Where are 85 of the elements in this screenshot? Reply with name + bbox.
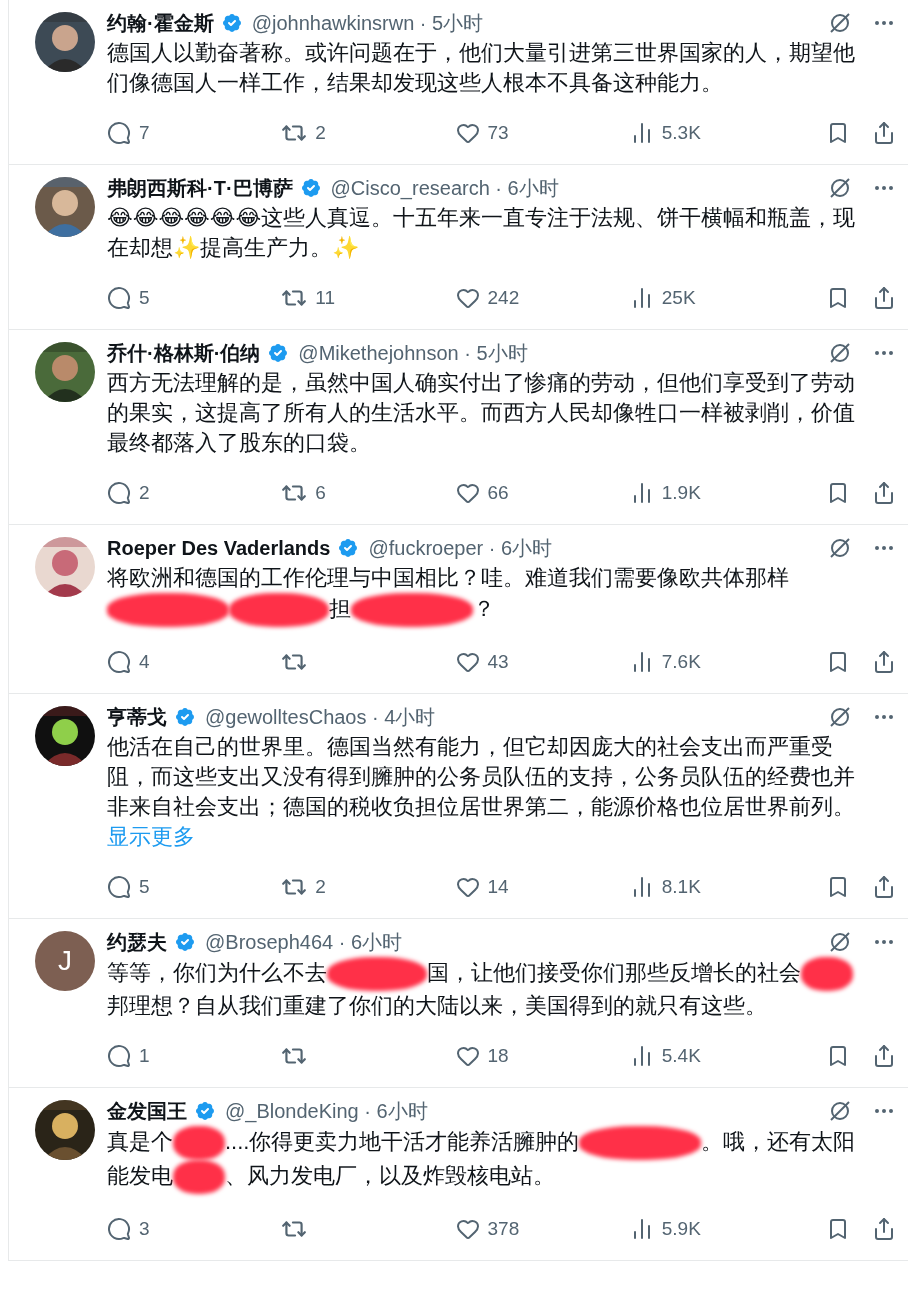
share-button[interactable] xyxy=(872,121,896,145)
views-button[interactable]: 7.6K xyxy=(629,650,804,674)
share-button[interactable] xyxy=(872,1044,896,1068)
handle-time: @gewolltesChaos · 4小时 xyxy=(205,704,436,730)
tweet-text: 等等，你们为什么不去 国，让他们接受你们那些反增长的社会 邦理想？自从我们重建了你们的大陆以来，美国得到的就只有这些。 xyxy=(107,957,872,1021)
repost-button[interactable]: 2 xyxy=(281,120,456,146)
reply-button[interactable]: 5 xyxy=(107,286,282,310)
tweet-text: 西方无法理解的是，虽然中国人确实付出了惨痛的劳动，但他们享受到了劳动的果实，这提高了所有人的生活水平。而西方人民却像牲口一样被剥削，价值最终都落入了股东的口袋。 xyxy=(107,369,856,457)
author-name[interactable]: 金发国王 xyxy=(107,1097,187,1125)
author-name[interactable]: 亨蒂戈 xyxy=(107,703,167,731)
views-button[interactable]: 5.4K xyxy=(629,1044,804,1068)
share-button[interactable] xyxy=(872,1217,896,1241)
like-button[interactable]: 242 xyxy=(455,286,630,310)
tweet-text: 他活在自己的世界里。德国当然有能力，但它却因庞大的社会支出而严重受阻，而这些支出又没有得到臃肿的公务员队伍的支持，公务员队伍的经费也并非来自社会支出；德国的税收负担位居世界第二，能源价格也位居世界前列。 xyxy=(107,733,856,821)
share-icon xyxy=(872,121,896,145)
views-button[interactable]: 5.9K xyxy=(629,1217,804,1241)
heart-icon xyxy=(455,286,480,310)
speech-bubble-icon xyxy=(107,1217,131,1241)
share-button[interactable] xyxy=(872,875,896,899)
heart-icon xyxy=(455,121,480,145)
author-name[interactable]: 约翰·霍金斯 xyxy=(107,9,214,37)
share-icon xyxy=(872,1217,896,1241)
speech-bubble-icon xyxy=(107,286,131,310)
like-button[interactable]: 14 xyxy=(455,875,630,899)
tweet-text: 真是个 ....你得更卖力地干活才能养活臃肿的 。哦，还有太阳能发电 、风力发电厂，以及炸毁核电站。 xyxy=(107,1126,872,1194)
tweet-text: 德国人以勤奋著称。或许问题在于，他们大量引进第三世界国家的人，期望他们像德国人一样工作，结果却发现这些人根本不具备这种能力。 xyxy=(107,39,856,97)
like-button[interactable]: 18 xyxy=(455,1044,630,1068)
heart-icon xyxy=(455,650,480,674)
reply-button[interactable]: 1 xyxy=(107,1044,282,1068)
slashed-circle-icon[interactable] xyxy=(828,1099,852,1123)
repost-button[interactable]: 11 xyxy=(281,285,456,311)
redaction-mark xyxy=(173,1126,225,1160)
slashed-circle-icon[interactable] xyxy=(828,176,852,200)
handle-time: @_BlondeKing · 6小时 xyxy=(225,1098,428,1125)
slashed-circle-icon[interactable] xyxy=(828,536,852,560)
views-button[interactable]: 5.3K xyxy=(629,121,804,145)
slashed-circle-icon[interactable] xyxy=(828,11,852,35)
like-button[interactable]: 73 xyxy=(455,121,630,145)
heart-icon xyxy=(455,481,480,505)
like-button[interactable]: 43 xyxy=(455,650,630,674)
author-name[interactable]: 弗朗西斯科·T·巴博萨 xyxy=(107,174,293,202)
heart-icon xyxy=(455,1217,480,1241)
tweet-text: 😂😂😂😂😂😂这些人真逗。十五年来一直专注于法规、饼干横幅和瓶盖，现在却想✨提高生产力。✨ xyxy=(107,204,857,262)
handle-time: @Broseph464 · 6小时 xyxy=(205,929,403,955)
share-icon xyxy=(872,650,896,674)
views-button[interactable]: 8.1K xyxy=(629,875,804,899)
author-name[interactable]: 乔什·格林斯·伯纳 xyxy=(107,339,261,367)
author-name[interactable]: 约瑟夫 xyxy=(107,928,167,956)
redaction-mark xyxy=(173,1160,225,1194)
share-icon xyxy=(872,481,896,505)
handle-time: @johnhawkinsrwn · 5小时 xyxy=(251,10,484,36)
share-button[interactable] xyxy=(872,650,896,674)
views-button[interactable]: 25K xyxy=(629,286,804,310)
repost-button[interactable]: 2 xyxy=(281,874,456,900)
tweet-text: 将欧洲和德国的工作伦理与中国相比？哇。难道我们需要像欧共体那样 担 ？ xyxy=(107,563,872,627)
speech-bubble-icon xyxy=(107,650,131,674)
share-button[interactable] xyxy=(872,481,896,505)
slashed-circle-icon[interactable] xyxy=(828,705,852,729)
speech-bubble-icon xyxy=(107,481,131,505)
heart-icon xyxy=(455,875,480,899)
reply-button[interactable]: 4 xyxy=(107,650,282,674)
slashed-circle-icon[interactable] xyxy=(828,930,852,954)
heart-icon xyxy=(455,1044,480,1068)
share-icon xyxy=(872,875,896,899)
avatar[interactable]: J xyxy=(35,931,95,991)
handle-time: @Mikethejohnson · 5小时 xyxy=(298,340,528,366)
share-icon xyxy=(872,1044,896,1068)
redaction-mark xyxy=(801,957,853,991)
share-icon xyxy=(872,286,896,310)
speech-bubble-icon xyxy=(107,875,131,899)
reply-button[interactable]: 7 xyxy=(107,121,282,145)
speech-bubble-icon xyxy=(107,121,131,145)
handle-time: @fuckroeper · 6小时 xyxy=(368,535,553,561)
reply-button[interactable]: 2 xyxy=(107,481,282,505)
reply-button[interactable]: 3 xyxy=(107,1217,282,1241)
handle-time: @Cisco_research · 6小时 xyxy=(330,175,559,202)
author-name[interactable]: Roeper Des Vaderlands xyxy=(107,536,331,560)
views-button[interactable]: 1.9K xyxy=(629,481,804,505)
like-button[interactable]: 66 xyxy=(455,481,630,505)
like-button[interactable]: 378 xyxy=(455,1217,630,1241)
share-button[interactable] xyxy=(872,286,896,310)
reply-button[interactable]: 5 xyxy=(107,875,282,899)
repost-button[interactable]: 6 xyxy=(281,480,456,506)
speech-bubble-icon xyxy=(107,1044,131,1068)
slashed-circle-icon[interactable] xyxy=(828,341,852,365)
